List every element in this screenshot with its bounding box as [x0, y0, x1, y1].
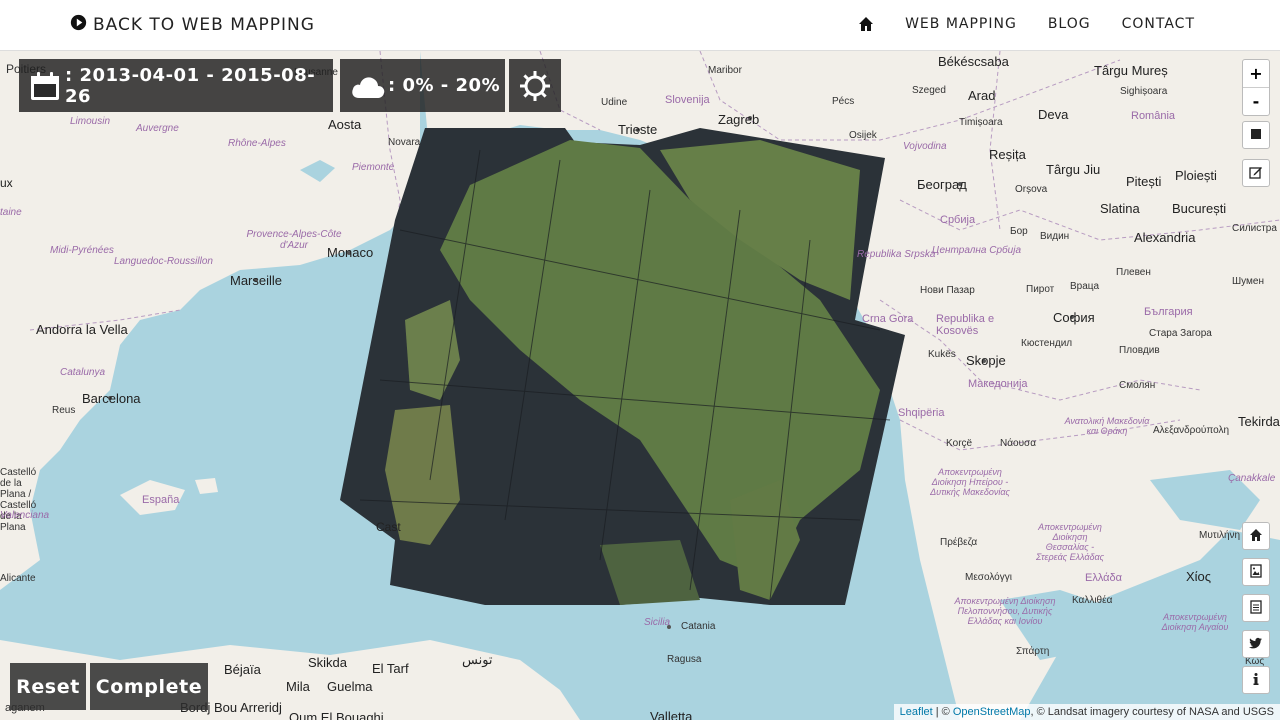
- nav-contact[interactable]: CONTACT: [1122, 16, 1195, 32]
- reset-button[interactable]: Reset: [10, 663, 86, 710]
- gear-icon: [518, 69, 552, 103]
- draw-rectangle-button[interactable]: [1242, 121, 1270, 149]
- map-canvas[interactable]: Poitiers Limousin Auvergne Rhône-Alpes L…: [0, 51, 1280, 720]
- image-file-icon: [1249, 563, 1263, 582]
- zoom-in-button[interactable]: +: [1243, 60, 1269, 87]
- cloud-range-text: : 0% - 20%: [388, 75, 501, 96]
- twitter-icon: [1249, 635, 1263, 654]
- satellite-imagery: [340, 128, 905, 605]
- edit-layers-button[interactable]: [1242, 159, 1270, 187]
- export-image-button[interactable]: [1242, 558, 1270, 586]
- home-view-button[interactable]: [1242, 522, 1270, 550]
- play-circle-icon: [70, 14, 87, 36]
- main-nav: WEB MAPPING BLOG CONTACT: [858, 16, 1195, 32]
- basemap: [0, 51, 1280, 720]
- complete-button[interactable]: Complete: [90, 663, 208, 710]
- document-icon: [1249, 599, 1263, 618]
- date-range-control[interactable]: : 2013-04-01 - 2015-08-26: [19, 59, 333, 112]
- twitter-button[interactable]: [1242, 630, 1270, 658]
- home-icon: [1249, 527, 1263, 546]
- map-attribution: Leaflet | © OpenStreetMap, © Landsat ima…: [893, 704, 1280, 720]
- edit-icon: [1249, 164, 1263, 183]
- info-button[interactable]: [1242, 666, 1270, 694]
- osm-link[interactable]: OpenStreetMap: [953, 706, 1031, 718]
- zoom-out-button[interactable]: -: [1243, 87, 1269, 115]
- top-navbar: BACK TO WEB MAPPING WEB MAPPING BLOG CON…: [0, 0, 1280, 51]
- back-to-web-mapping-link[interactable]: BACK TO WEB MAPPING: [70, 14, 315, 36]
- square-icon: [1249, 126, 1263, 145]
- back-label: BACK TO WEB MAPPING: [93, 15, 315, 35]
- nav-web-mapping[interactable]: WEB MAPPING: [905, 16, 1017, 32]
- attribution-sep: | ©: [932, 706, 953, 718]
- cloud-icon: [350, 72, 386, 100]
- leaflet-link[interactable]: Leaflet: [900, 706, 933, 718]
- attribution-rest: , © Landsat imagery courtesy of NASA and…: [1030, 706, 1275, 718]
- info-icon: [1249, 671, 1263, 690]
- calendar-icon: [29, 70, 61, 102]
- date-range-text: : 2013-04-01 - 2015-08-26: [65, 64, 316, 107]
- zoom-control: + -: [1242, 59, 1270, 116]
- cloud-cover-control[interactable]: : 0% - 20%: [340, 59, 505, 112]
- home-icon[interactable]: [858, 16, 874, 32]
- document-button[interactable]: [1242, 594, 1270, 622]
- settings-control[interactable]: [509, 59, 561, 112]
- nav-blog[interactable]: BLOG: [1048, 16, 1091, 32]
